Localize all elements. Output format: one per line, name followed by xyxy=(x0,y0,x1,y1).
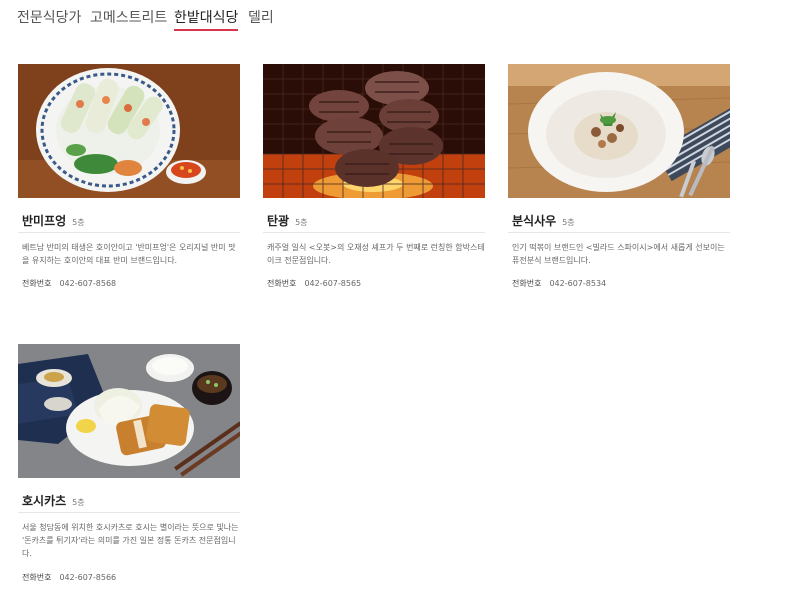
spring-rolls-food-photo[interactable] xyxy=(18,64,240,198)
tonkatsu-set-food-photo[interactable] xyxy=(18,344,240,478)
store-phone: 전화번호 042-607-8568 xyxy=(22,278,116,289)
divider xyxy=(263,232,485,233)
phone-label: 전화번호 xyxy=(267,279,297,288)
store-description: 인기 떡볶이 브랜드인 <빌라드 스파이시>에서 새롭게 선보이는 퓨전분식 브… xyxy=(512,243,725,265)
tab-deli[interactable]: 델리 xyxy=(248,8,274,28)
store-description: 캐주얼 일식 <오봇>의 오재성 셰프가 두 번째로 런칭한 함박스테이크 전문… xyxy=(267,243,485,265)
store-card-tangwang: 탄광 5층 캐주얼 일식 <오봇>의 오재성 셰프가 두 번째로 런칭한 함박스테… xyxy=(263,64,485,304)
store-card-bunsik: 분식사우 5층 인기 떡볶이 브랜드인 <빌라드 스파이시>에서 새롭게 선보이는… xyxy=(508,64,730,304)
phone-number: 042-607-8566 xyxy=(59,573,117,582)
store-name[interactable]: 호시카츠 xyxy=(22,494,66,508)
phone-label: 전화번호 xyxy=(22,573,52,582)
store-phone: 전화번호 042-607-8566 xyxy=(22,572,116,583)
store-name-row: 탄광 5층 xyxy=(267,210,481,230)
phone-number: 042-607-8534 xyxy=(549,279,607,288)
store-name[interactable]: 분식사우 xyxy=(512,214,556,228)
store-card-banmi: 반미프엉 5층 베트남 반미의 태생은 호이안이고 '반미프엉'은 오리지널 반미… xyxy=(18,64,240,304)
store-description: 베트남 반미의 태생은 호이안이고 '반미프엉'은 오리지널 반미 맛을 유지하… xyxy=(22,243,236,265)
store-description: 서울 청담동에 위치한 호시카츠로 호시는 별이라는 뜻으로 빛나는 '돈카츠를… xyxy=(22,523,239,558)
grilled-steak-food-photo[interactable] xyxy=(263,64,485,198)
store-name[interactable]: 탄광 xyxy=(267,214,289,228)
store-name[interactable]: 반미프엉 xyxy=(22,214,66,228)
store-floor: 5층 xyxy=(562,218,575,227)
store-floor: 5층 xyxy=(295,218,308,227)
phone-number: 042-607-8565 xyxy=(304,279,362,288)
phone-label: 전화번호 xyxy=(512,279,542,288)
divider xyxy=(508,232,730,233)
divider xyxy=(18,512,240,513)
store-floor: 5층 xyxy=(72,498,85,507)
store-name-row: 호시카츠 5층 xyxy=(22,490,236,510)
store-card-hoshikatsu: 호시카츠 5층 서울 청담동에 위치한 호시카츠로 호시는 별이라는 뜻으로 빛나… xyxy=(18,344,240,592)
store-name-row: 분식사우 5층 xyxy=(512,210,726,230)
phone-number: 042-607-8568 xyxy=(59,279,117,288)
tab-gourmet-street[interactable]: 고메스트리트 xyxy=(90,8,167,28)
store-phone: 전화번호 042-607-8565 xyxy=(267,278,361,289)
phone-label: 전화번호 xyxy=(22,279,52,288)
store-floor: 5층 xyxy=(72,218,85,227)
store-name-row: 반미프엉 5층 xyxy=(22,210,236,230)
tab-specialty-restaurants[interactable]: 전문식당가 xyxy=(17,8,81,28)
divider xyxy=(18,232,240,233)
store-phone: 전화번호 042-607-8534 xyxy=(512,278,606,289)
fusion-dish-food-photo[interactable] xyxy=(508,64,730,198)
tab-hanbat-restaurant[interactable]: 한밭대식당 xyxy=(174,8,239,31)
